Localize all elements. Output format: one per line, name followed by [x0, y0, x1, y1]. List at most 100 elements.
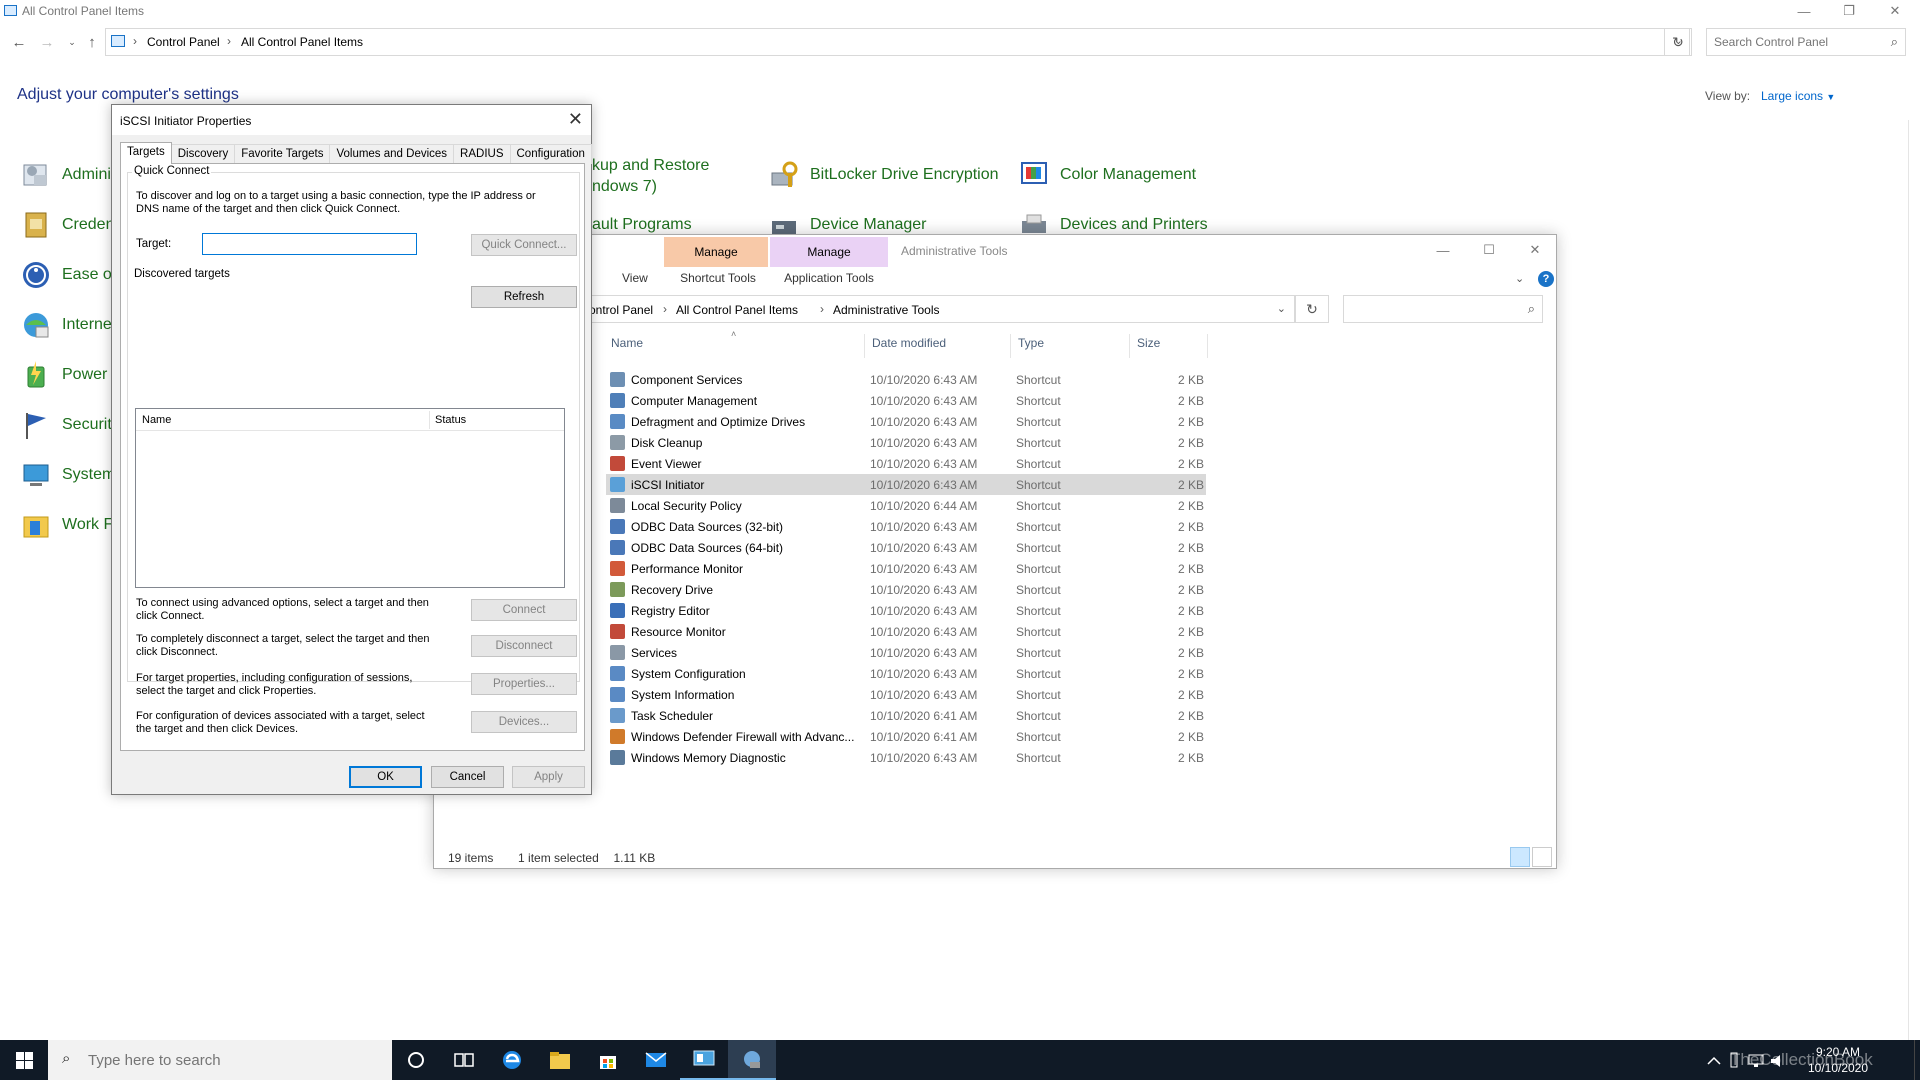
table-row[interactable]: Resource Monitor 10/10/2020 6:43 AM Shortc…	[606, 621, 1206, 642]
cp-item-bitlocker[interactable]: BitLocker Drive Encryption	[768, 159, 999, 191]
cp-item-default-programs[interactable]: ault Programs	[592, 216, 692, 234]
cp-item-power-options[interactable]: Power (	[20, 359, 117, 391]
table-row[interactable]: Services 10/10/2020 6:43 AM Shortcut 2 KB	[606, 642, 1206, 663]
view-by-dropdown[interactable]: Large icons ▼	[1761, 89, 1835, 103]
clock[interactable]: 9:20 AM 10/10/2020	[1788, 1044, 1888, 1076]
breadcrumb-separator-icon[interactable]: ›	[820, 302, 824, 316]
table-row[interactable]: Component Services 10/10/2020 6:43 AM Shor…	[606, 369, 1206, 390]
show-desktop-button[interactable]	[1914, 1040, 1920, 1080]
breadcrumb-all-items[interactable]: All Control Panel Items	[676, 303, 798, 317]
cp-item-backup-restore[interactable]: kup and Restore	[592, 157, 709, 175]
minimize-button[interactable]: —	[1420, 235, 1466, 265]
breadcrumb-control-panel[interactable]: Control Panel	[147, 35, 220, 49]
cp-item-administrative-tools[interactable]: Admini	[20, 159, 111, 191]
breadcrumb-administrative-tools[interactable]: Administrative Tools	[833, 303, 940, 317]
table-row[interactable]: Task Scheduler 10/10/2020 6:41 AM Shortcut…	[606, 705, 1206, 726]
close-button[interactable]: ✕	[1512, 235, 1558, 265]
column-header-date[interactable]: Date modified	[872, 336, 946, 360]
tab-targets[interactable]: Targets	[120, 142, 172, 164]
column-header-type[interactable]: Type	[1018, 336, 1044, 360]
control-panel-taskbar-icon[interactable]	[680, 1040, 728, 1080]
address-dropdown-icon[interactable]: ⌄	[1277, 302, 1286, 315]
refresh-icon[interactable]: ↻	[1664, 28, 1692, 56]
search-input[interactable]	[1707, 29, 1867, 55]
cp-item-security-maintenance[interactable]: Securit	[20, 409, 112, 441]
close-icon[interactable]: ✕	[568, 109, 583, 130]
notification-chevron-icon[interactable]	[1702, 1051, 1726, 1071]
iscsi-taskbar-icon[interactable]	[728, 1040, 776, 1080]
table-row[interactable]: ODBC Data Sources (64-bit) 10/10/2020 6:4…	[606, 537, 1206, 558]
ok-button[interactable]: OK	[349, 766, 422, 788]
details-view-icon[interactable]	[1510, 847, 1530, 867]
tab-volumes-devices[interactable]: Volumes and Devices	[329, 144, 455, 164]
ribbon-application-tools[interactable]: Application Tools	[770, 271, 888, 285]
cp-item-system[interactable]: System	[20, 459, 115, 491]
large-icons-view-icon[interactable]	[1532, 847, 1552, 867]
maximize-button[interactable]: ❐	[1826, 0, 1872, 22]
column-separator[interactable]	[1129, 334, 1130, 358]
column-separator[interactable]	[1207, 334, 1208, 358]
table-row[interactable]: ODBC Data Sources (32-bit) 10/10/2020 6:4…	[606, 516, 1206, 537]
table-row[interactable]: Performance Monitor 10/10/2020 6:43 AM Sho…	[606, 558, 1206, 579]
column-header-name[interactable]: Name	[611, 336, 643, 360]
table-row[interactable]: Event Viewer 10/10/2020 6:43 AM Shortcut 2 …	[606, 453, 1206, 474]
table-row[interactable]: Local Security Policy 10/10/2020 6:44 AM S…	[606, 495, 1206, 516]
edge-icon[interactable]	[488, 1040, 536, 1080]
recent-locations-icon[interactable]: ⌄	[62, 32, 82, 52]
table-row[interactable]: Disk Cleanup 10/10/2020 6:43 AM Shortcut 2 …	[606, 432, 1206, 453]
maximize-button[interactable]: ☐	[1466, 235, 1512, 265]
column-header-size[interactable]: Size	[1137, 336, 1160, 360]
ribbon-shortcut-tools[interactable]: Shortcut Tools	[666, 271, 770, 285]
tab-configuration[interactable]: Configuration	[509, 144, 592, 164]
file-explorer-icon[interactable]	[536, 1040, 584, 1080]
search-icon[interactable]: ⌕	[1528, 301, 1535, 317]
close-button[interactable]: ✕	[1872, 0, 1918, 22]
cp-item-work-folders[interactable]: Work F	[20, 509, 113, 541]
cancel-button[interactable]: Cancel	[431, 766, 504, 788]
breadcrumb-separator-icon[interactable]: ›	[663, 302, 667, 316]
table-row[interactable]: Windows Defender Firewall with Advanc...…	[606, 726, 1206, 747]
task-view-icon[interactable]	[440, 1040, 488, 1080]
cp-item-ease-of-access[interactable]: Ease of	[20, 259, 116, 291]
properties-button[interactable]: Properties...	[471, 673, 577, 695]
table-row[interactable]: Recovery Drive 10/10/2020 6:43 AM Shortcut…	[606, 579, 1206, 600]
connect-button[interactable]: Connect	[471, 599, 577, 621]
breadcrumb-separator-icon[interactable]: ›	[227, 34, 231, 48]
cp-item-backup-restore-line2[interactable]: ndows 7)	[592, 178, 657, 196]
refresh-icon[interactable]: ↻	[1295, 295, 1329, 323]
table-row[interactable]: System Configuration 10/10/2020 6:43 AM Sh…	[606, 663, 1206, 684]
cortana-icon[interactable]	[392, 1040, 440, 1080]
devices-button[interactable]: Devices...	[471, 711, 577, 733]
cp-item-color-management[interactable]: Color Management	[1018, 159, 1196, 191]
table-row[interactable]: Registry Editor 10/10/2020 6:43 AM Shortcu…	[606, 600, 1206, 621]
table-row[interactable]: iSCSI Initiator 10/10/2020 6:43 AM Shortcu…	[606, 474, 1206, 495]
apply-button[interactable]: Apply	[512, 766, 585, 788]
column-header-status[interactable]: Status	[435, 414, 466, 426]
search-icon[interactable]: ⌕	[1891, 34, 1898, 50]
table-row[interactable]: Computer Management 10/10/2020 6:43 AM Sho…	[606, 390, 1206, 411]
minimize-button[interactable]: —	[1781, 0, 1827, 22]
breadcrumb-all-items[interactable]: All Control Panel Items	[241, 35, 363, 49]
forward-arrow-icon[interactable]: →	[37, 32, 57, 52]
store-icon[interactable]	[584, 1040, 632, 1080]
cp-item-internet-options[interactable]: Interne	[20, 309, 112, 341]
table-row[interactable]: Windows Memory Diagnostic 10/10/2020 6:43…	[606, 747, 1206, 768]
table-row[interactable]: System Information 10/10/2020 6:43 AM Shor…	[606, 684, 1206, 705]
back-arrow-icon[interactable]: ←	[9, 32, 29, 52]
control-panel-search[interactable]: ⌕	[1706, 28, 1906, 56]
table-row[interactable]: Defragment and Optimize Drives 10/10/2020…	[606, 411, 1206, 432]
column-separator[interactable]	[1010, 334, 1011, 358]
column-header-name[interactable]: Name	[142, 414, 171, 426]
ribbon-tab-manage-application[interactable]: Manage	[770, 237, 888, 267]
refresh-button[interactable]: Refresh	[471, 286, 577, 308]
disconnect-button[interactable]: Disconnect	[471, 635, 577, 657]
discovered-targets-list[interactable]: Name Status	[135, 408, 565, 588]
ribbon-tab-manage-shortcut[interactable]: Manage	[664, 237, 768, 267]
breadcrumb-separator-icon[interactable]: ›	[133, 34, 137, 48]
start-button[interactable]	[0, 1040, 48, 1080]
column-separator[interactable]	[429, 411, 430, 429]
address-bar[interactable]: › Control Panel › All Control Panel Item…	[105, 28, 1690, 56]
mail-icon[interactable]	[632, 1040, 680, 1080]
tab-radius[interactable]: RADIUS	[453, 144, 511, 164]
tab-discovery[interactable]: Discovery	[170, 144, 236, 164]
